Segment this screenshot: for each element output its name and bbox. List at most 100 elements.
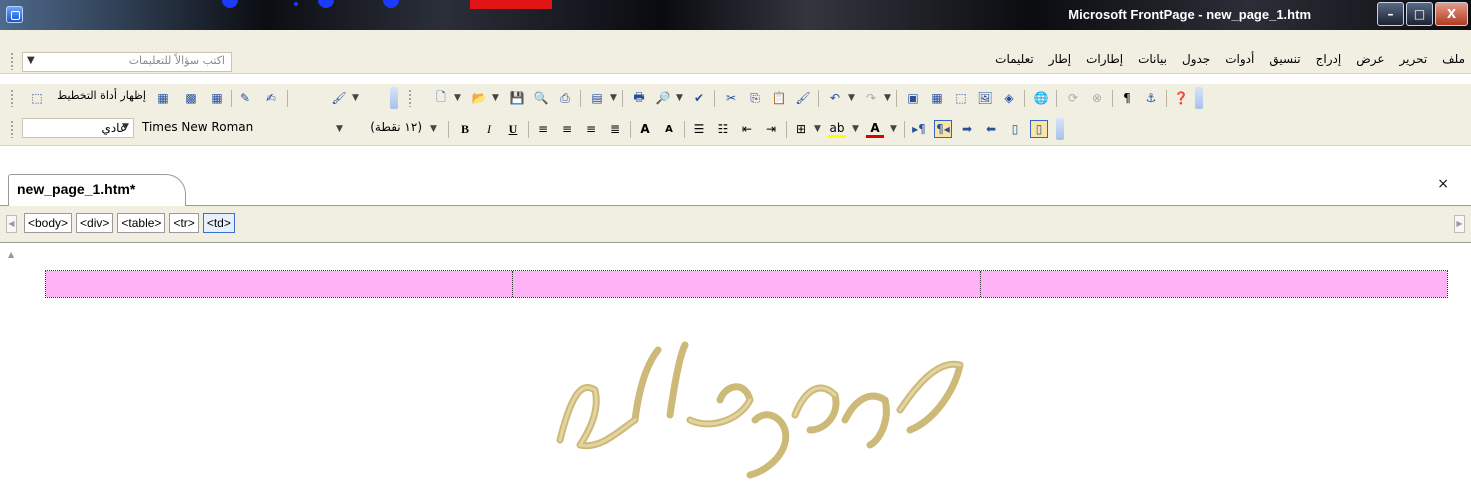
scroll-up-icon[interactable]: ▲ — [8, 250, 14, 259]
maximize-button[interactable]: □ — [1406, 2, 1433, 26]
layout-cell-icon[interactable]: ▩ — [182, 89, 200, 107]
align-center-icon[interactable]: ≡ — [558, 120, 576, 138]
chevron-down-icon[interactable]: ▼ — [492, 93, 499, 103]
preview-icon[interactable]: 🔎 — [654, 89, 672, 107]
underline-icon[interactable]: U — [504, 120, 522, 138]
close-window-button[interactable]: X — [1435, 2, 1468, 26]
arrow-left-icon[interactable]: ⬅ — [982, 120, 1000, 138]
toolbar-options[interactable] — [390, 87, 398, 109]
toolbar-grip[interactable] — [10, 120, 14, 138]
app-system-icon[interactable] — [6, 6, 23, 23]
menu-insert[interactable]: إدراج — [1316, 52, 1342, 72]
cut-icon[interactable]: ✂ — [722, 89, 740, 107]
layout-table-icon[interactable]: ▦ — [154, 89, 172, 107]
table-cell[interactable] — [513, 271, 981, 297]
publish-icon[interactable]: ⎙ — [556, 89, 574, 107]
undo-icon[interactable]: ↶ — [826, 89, 844, 107]
edit-icon[interactable]: ✎ — [236, 89, 254, 107]
refresh-icon[interactable]: ⟳ — [1064, 89, 1082, 107]
menu-help[interactable]: تعليمات — [995, 52, 1034, 72]
decrease-font-icon[interactable]: A — [660, 120, 678, 138]
table-cell[interactable] — [980, 271, 1447, 297]
rtl-doc-icon[interactable]: ▯ — [1030, 120, 1048, 138]
insert-table-icon[interactable]: ▦ — [928, 89, 946, 107]
copy-icon[interactable]: ⎘ — [746, 89, 764, 107]
highlight-icon[interactable]: ab — [828, 120, 846, 138]
increase-font-icon[interactable]: A — [636, 120, 654, 138]
toolbar-grip[interactable] — [10, 89, 14, 107]
chevron-down-icon[interactable]: ▼ — [884, 93, 891, 103]
bold-icon[interactable]: B — [456, 120, 474, 138]
align-right-icon[interactable]: ≡ — [582, 120, 600, 138]
toolbar-grip[interactable] — [408, 89, 412, 107]
numbering-icon[interactable]: ☰ — [690, 120, 708, 138]
arrow-right-icon[interactable]: ➡ — [958, 120, 976, 138]
chevron-down-icon[interactable]: ▼ — [610, 93, 617, 103]
toolbar-options[interactable] — [1056, 118, 1064, 140]
show-layout-tool-label[interactable]: إظهار أداة التخطيط — [57, 89, 146, 102]
menu-frames[interactable]: إطارات — [1086, 52, 1123, 72]
edit-table-icon[interactable]: ✍ — [262, 89, 280, 107]
open-folder-icon[interactable]: 📂 — [470, 89, 488, 107]
tab-new-page-1[interactable]: new_page_1.htm* — [8, 174, 186, 206]
redo-icon[interactable]: ↷ — [862, 89, 880, 107]
web-component-icon[interactable]: ▣ — [904, 89, 922, 107]
menu-edit[interactable]: تحرير — [1400, 52, 1428, 72]
chevron-down-icon[interactable]: ▼ — [890, 124, 897, 134]
menu-tools[interactable]: أدوات — [1225, 52, 1254, 72]
tag-div[interactable]: <div> — [76, 213, 114, 233]
menu-view[interactable]: عرض — [1356, 52, 1384, 72]
menu-data[interactable]: بيانات — [1138, 52, 1167, 72]
decrease-indent-icon[interactable]: ⇤ — [738, 120, 756, 138]
tag-table[interactable]: <table> — [117, 213, 166, 233]
chevron-down-icon[interactable]: ▼ — [122, 118, 129, 136]
tag-body[interactable]: <body> — [24, 213, 73, 233]
menu-file[interactable]: ملف — [1442, 52, 1465, 72]
menu-frame[interactable]: إطار — [1049, 52, 1071, 72]
font-color-icon[interactable]: A — [866, 120, 884, 138]
menu-format[interactable]: تنسيق — [1269, 52, 1300, 72]
chevron-down-icon[interactable]: ▼ — [848, 93, 855, 103]
chevron-down-icon[interactable]: ▼ — [430, 124, 437, 134]
ltr-doc-icon[interactable]: ▯ — [1006, 120, 1024, 138]
italic-icon[interactable]: I — [480, 120, 498, 138]
font-size-select[interactable]: (١٢ نقطة) — [356, 118, 428, 138]
bookmark-icon[interactable]: ⚓ — [1142, 89, 1160, 107]
format-painter-icon[interactable]: 🖌 — [794, 89, 812, 107]
search-icon[interactable]: 🔍 — [532, 89, 550, 107]
tag-tr[interactable]: <tr> — [169, 213, 199, 233]
toolbar-grip[interactable] — [10, 52, 14, 70]
menu-table[interactable]: جدول — [1182, 52, 1210, 72]
insert-picture-icon[interactable]: 🖼 — [976, 89, 994, 107]
minimize-button[interactable]: – — [1377, 2, 1404, 26]
drawing-icon[interactable]: ◈ — [1000, 89, 1018, 107]
bullets-icon[interactable]: ☷ — [714, 120, 732, 138]
new-document-icon[interactable]: 🗋 — [432, 89, 450, 107]
ltr-paragraph-icon[interactable]: ▸¶ — [910, 120, 928, 138]
chevron-down-icon[interactable]: ▼ — [814, 124, 821, 134]
chevron-left-icon[interactable]: ◀ — [6, 215, 17, 233]
chevron-down-icon[interactable]: ▼ — [454, 93, 461, 103]
table-cell[interactable] — [46, 271, 514, 297]
chevron-down-icon[interactable]: ▼ — [27, 55, 35, 66]
chevron-down-icon[interactable]: ▼ — [336, 124, 343, 134]
close-tab-icon[interactable]: × — [1437, 176, 1449, 192]
toolbar-options[interactable] — [1195, 87, 1203, 109]
show-all-icon[interactable]: ¶ — [1118, 89, 1136, 107]
save-icon[interactable]: 💾 — [508, 89, 526, 107]
table-icon[interactable]: ▦ — [208, 89, 226, 107]
help-icon[interactable]: ❓ — [1172, 89, 1190, 107]
stop-icon[interactable]: ⊗ — [1088, 89, 1106, 107]
chevron-down-icon[interactable]: ▼ — [852, 124, 859, 134]
chevron-down-icon[interactable]: ▼ — [676, 93, 683, 103]
toggle-pane-icon[interactable]: ▤ — [588, 89, 606, 107]
layout-tool-icon[interactable]: ⬚ — [28, 89, 46, 107]
borders-icon[interactable]: ⊞ — [792, 120, 810, 138]
rtl-paragraph-icon[interactable]: ¶◂ — [934, 120, 952, 138]
print-icon[interactable]: 🖶 — [630, 89, 648, 107]
chevron-down-icon[interactable]: ▼ — [352, 93, 359, 103]
paste-icon[interactable]: 📋 — [770, 89, 788, 107]
tag-td[interactable]: <td> — [202, 213, 235, 233]
table-row[interactable] — [45, 270, 1448, 298]
increase-indent-icon[interactable]: ⇥ — [762, 120, 780, 138]
